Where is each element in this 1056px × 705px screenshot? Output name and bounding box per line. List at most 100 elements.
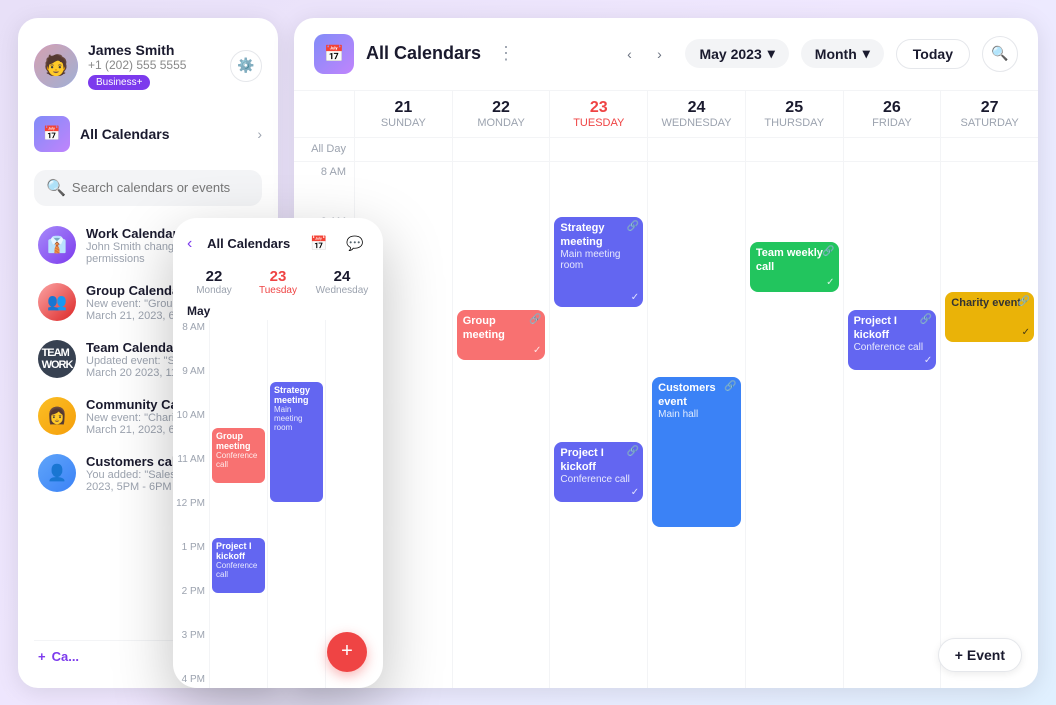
event-check-icon: ✓: [826, 277, 834, 288]
navigation-arrows: ‹ ›: [615, 40, 673, 68]
day-col-sat: Charity event 🔗 ✓: [940, 162, 1038, 688]
event-team-weekly-call[interactable]: Team weekly call 🔗 ✓: [750, 242, 839, 292]
all-day-row: All Day: [294, 138, 1038, 162]
customers-calendar-avatar: 👤: [38, 454, 76, 492]
event-icon: 🔗: [920, 314, 932, 325]
all-calendars-label: All Calendars: [80, 126, 247, 142]
search-button[interactable]: 🔍: [982, 36, 1018, 72]
mobile-header: ‹ All Calendars 📅 💬: [173, 218, 383, 264]
chevron-right-icon: ›: [257, 126, 262, 142]
day-header-24: 24 Wednesday: [647, 91, 745, 137]
mobile-title: All Calendars: [198, 236, 299, 251]
event-icon: 🔗: [627, 221, 639, 232]
mobile-day-col-tue: Strategy meeting Main meeting room: [267, 320, 325, 688]
mobile-back-button[interactable]: ‹: [187, 235, 192, 253]
all-day-cell-wed: [647, 138, 745, 161]
all-day-cell-tue: [549, 138, 647, 161]
mobile-overlay: ‹ All Calendars 📅 💬 22 Monday 23 Tuesday…: [173, 218, 383, 688]
add-event-button[interactable]: + Event: [938, 638, 1022, 672]
more-options-button[interactable]: ⋮: [497, 43, 515, 64]
calendar-body: 8 AM 9 AM 10 AM 11 AM 12 PM 1 PM 2 PM 3 …: [294, 162, 1038, 688]
day-col-mon: Group meeting 🔗 ✓: [452, 162, 550, 688]
mobile-day-col-mon: Group meeting Conference call Project I …: [209, 320, 267, 688]
mobile-header-icons: 📅 💬: [305, 230, 369, 258]
day-header-27: 27 Saturday: [940, 91, 1038, 137]
mobile-chat-icon[interactable]: 💬: [341, 230, 369, 258]
add-calendar-label: Ca...: [52, 649, 79, 664]
event-check-icon: ✓: [533, 345, 541, 356]
month-chevron-icon: ▾: [768, 45, 775, 62]
calendar-title: All Calendars: [366, 43, 481, 64]
user-name: James Smith: [88, 42, 220, 58]
event-icon: 🔗: [822, 246, 834, 257]
settings-button[interactable]: ⚙️: [230, 50, 262, 82]
all-day-cell-mon: [452, 138, 550, 161]
today-button[interactable]: Today: [896, 39, 970, 69]
event-icon: 🔗: [627, 446, 639, 457]
all-day-cell-sun: [354, 138, 452, 161]
event-icon: 🔗: [724, 381, 736, 392]
search-input[interactable]: [72, 180, 250, 195]
group-calendar-avatar: 👥: [38, 283, 76, 321]
day-header-22: 22 Monday: [452, 91, 550, 137]
day-header-21: 21 Sunday: [354, 91, 452, 137]
search-icon: 🔍: [991, 45, 1008, 62]
all-day-cell-fri: [843, 138, 941, 161]
calendar-icon: 📅: [34, 116, 70, 152]
mobile-day-24: 24 Wednesday: [311, 268, 373, 296]
event-project-kickoff-tue[interactable]: Project I kickoff Conference call 🔗 ✓: [554, 442, 643, 502]
mobile-event-project-kickoff[interactable]: Project I kickoff Conference call: [212, 538, 265, 593]
calendar-main: 📅 All Calendars ⋮ ‹ › May 2023 ▾ Month ▾…: [294, 18, 1038, 688]
user-info: James Smith +1 (202) 555 5555 Business+: [88, 42, 220, 90]
view-picker[interactable]: Month ▾: [801, 39, 884, 68]
mobile-calendar-icon[interactable]: 📅: [305, 230, 333, 258]
mobile-day-23: 23 Tuesday: [247, 268, 309, 296]
view-label: Month: [815, 46, 857, 62]
event-check-icon: ✓: [631, 292, 639, 303]
event-check-icon: ✓: [631, 487, 639, 498]
event-group-meeting[interactable]: Group meeting 🔗 ✓: [457, 310, 546, 360]
event-strategy-meeting[interactable]: Strategy meeting Main meeting room 🔗 ✓: [554, 217, 643, 307]
mobile-day-22: 22 Monday: [183, 268, 245, 296]
month-label: May 2023: [699, 46, 761, 62]
all-day-cell-sat: [940, 138, 1038, 161]
prev-button[interactable]: ‹: [615, 40, 643, 68]
team-calendar-avatar: TEAMWORK: [38, 340, 76, 378]
month-picker[interactable]: May 2023 ▾: [685, 39, 788, 68]
event-icon: 🔗: [529, 314, 541, 325]
search-bar[interactable]: 🔍: [34, 170, 262, 206]
all-day-label: All Day: [294, 138, 354, 161]
user-badge: Business+: [88, 75, 150, 90]
mobile-fab-button[interactable]: +: [327, 632, 367, 672]
event-customers-event[interactable]: Customers event Main hall 🔗: [652, 377, 741, 527]
time-8am: 8 AM: [294, 162, 354, 212]
next-button[interactable]: ›: [645, 40, 673, 68]
avatar-image: 🧑: [34, 44, 78, 88]
work-calendar-avatar: 👔: [38, 226, 76, 264]
header-calendar-icon: 📅: [314, 34, 354, 74]
time-spacer: [294, 91, 354, 137]
time-grid: 8 AM 9 AM 10 AM 11 AM 12 PM 1 PM 2 PM 3 …: [294, 162, 1038, 688]
day-headers: 21 Sunday 22 Monday 23 Tuesday 24 Wednes…: [294, 91, 1038, 138]
calendar-header: 📅 All Calendars ⋮ ‹ › May 2023 ▾ Month ▾…: [294, 18, 1038, 91]
mobile-days-header: 22 Monday 23 Tuesday 24 Wednesday: [173, 264, 383, 300]
community-calendar-avatar: 👩: [38, 397, 76, 435]
mobile-event-strategy-meeting[interactable]: Strategy meeting Main meeting room: [270, 382, 323, 502]
user-phone: +1 (202) 555 5555: [88, 58, 220, 72]
day-header-25: 25 Thursday: [745, 91, 843, 137]
event-project-kickoff-fri[interactable]: Project I kickoff Conference call 🔗 ✓: [848, 310, 937, 370]
mobile-time-col: 8 AM 9 AM 10 AM 11 AM 12 PM 1 PM 2 PM 3 …: [173, 320, 209, 688]
event-charity-event[interactable]: Charity event 🔗 ✓: [945, 292, 1034, 342]
event-icon: 🔗: [1018, 296, 1030, 307]
day-col-wed: Customers event Main hall 🔗: [647, 162, 745, 688]
day-col-fri: Project I kickoff Conference call 🔗 ✓: [843, 162, 941, 688]
view-chevron-icon: ▾: [863, 45, 870, 62]
event-check-icon: ✓: [924, 355, 932, 366]
event-check-icon: ✓: [1022, 327, 1030, 338]
mobile-event-group-meeting[interactable]: Group meeting Conference call: [212, 428, 265, 483]
day-col-thu: Team weekly call 🔗 ✓: [745, 162, 843, 688]
day-header-23: 23 Tuesday: [549, 91, 647, 137]
all-calendars-row[interactable]: 📅 All Calendars ›: [34, 110, 262, 158]
search-icon: 🔍: [46, 178, 66, 198]
day-header-26: 26 Friday: [843, 91, 941, 137]
